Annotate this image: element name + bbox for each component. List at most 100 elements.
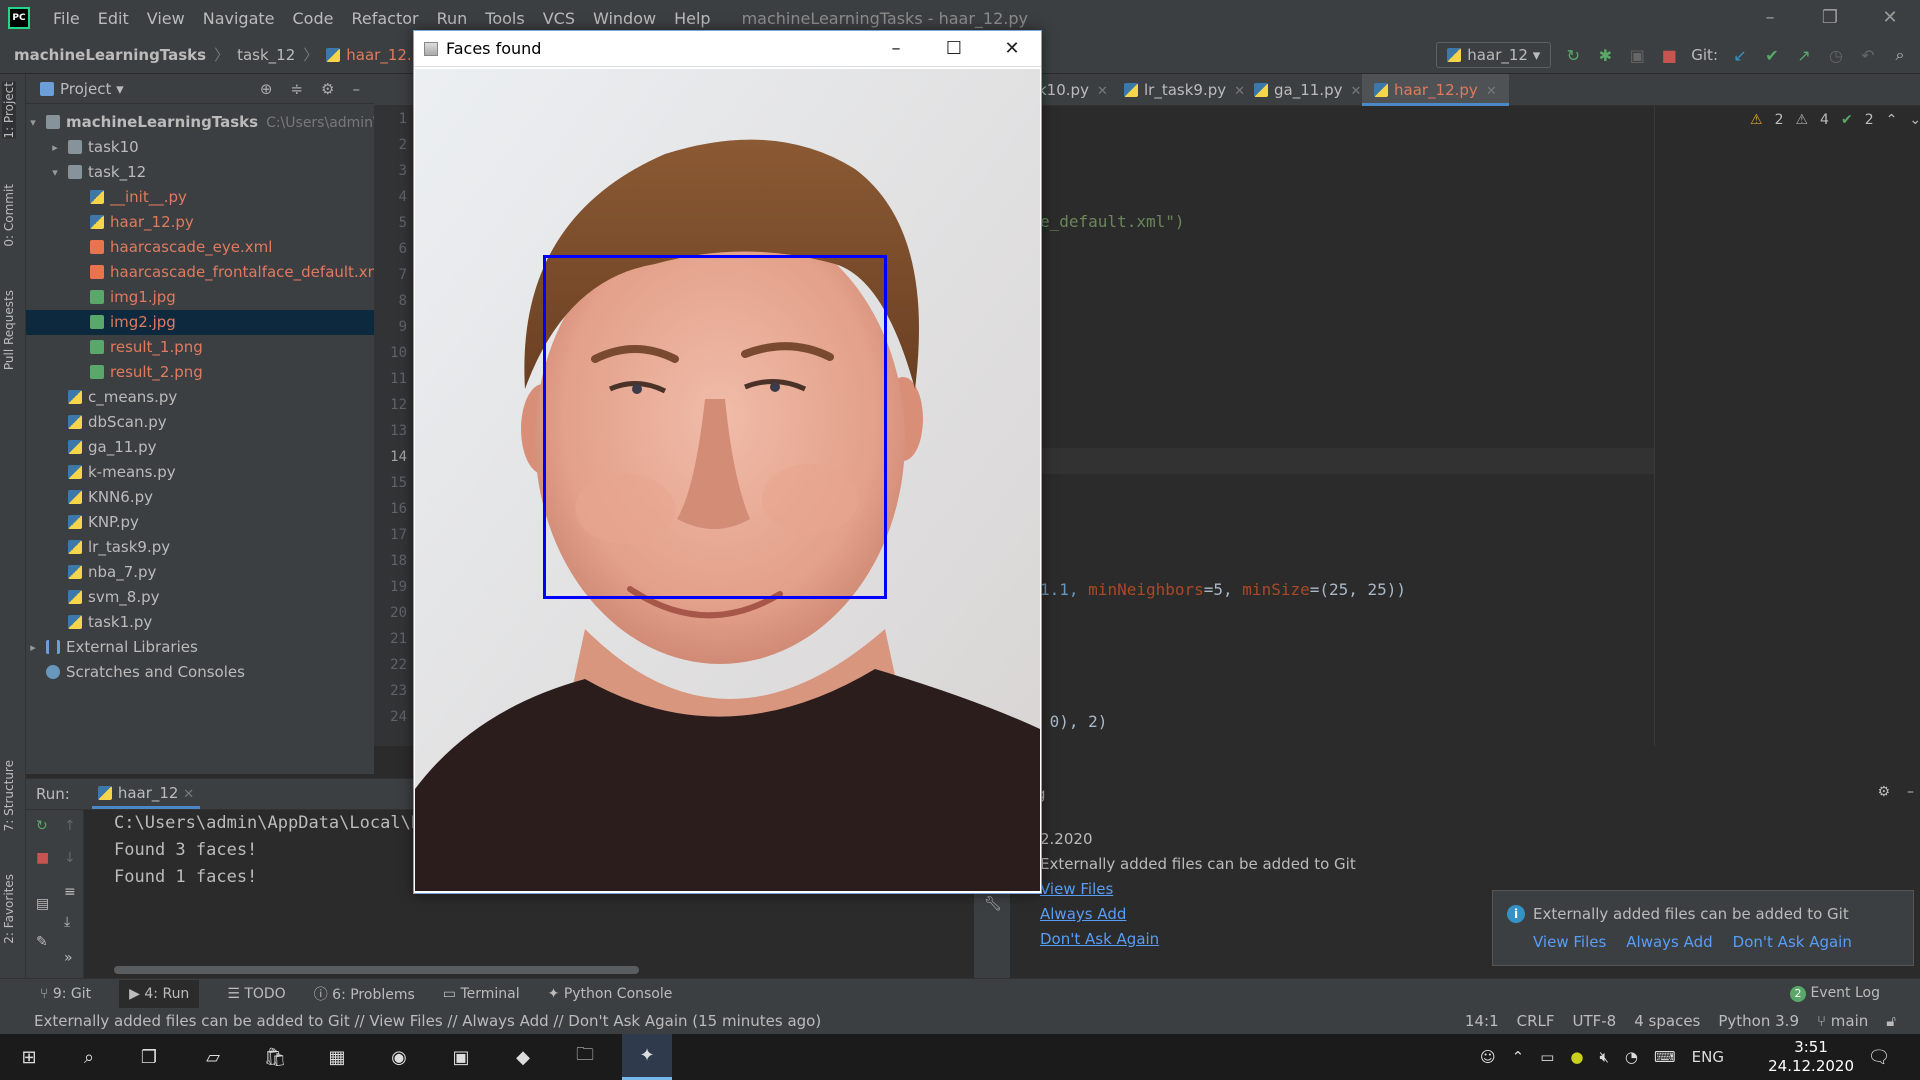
caret-position[interactable]: 14:1 bbox=[1465, 1012, 1499, 1030]
git-branch[interactable]: ⑂ main bbox=[1817, 1012, 1868, 1030]
close-tab-icon[interactable]: ✕ bbox=[183, 787, 194, 802]
tree-item[interactable]: haarcascade_eye.xml bbox=[26, 235, 374, 260]
tool-event-log[interactable]: 2 Event Log bbox=[1789, 985, 1880, 1002]
editor-tab[interactable]: k10.py ✕ bbox=[1038, 74, 1108, 106]
menu-help[interactable]: Help bbox=[665, 9, 719, 28]
menu-tools[interactable]: Tools bbox=[476, 9, 533, 28]
close-tab-icon[interactable]: ✕ bbox=[1350, 84, 1361, 99]
tree-item[interactable]: task1.py bbox=[26, 610, 374, 635]
menu-code[interactable]: Code bbox=[284, 9, 343, 28]
tool-problems[interactable]: ⓘ 6: Problems bbox=[314, 984, 415, 1004]
chrome-app-icon[interactable]: ◉ bbox=[374, 1034, 424, 1080]
notepad-app-icon[interactable]: ▱ bbox=[188, 1034, 238, 1080]
file-explorer-icon[interactable]: 🗀 bbox=[560, 1034, 610, 1080]
run-tab[interactable]: haar_12 ✕ bbox=[91, 780, 201, 809]
breadcrumb-folder[interactable]: task_12 bbox=[237, 46, 295, 64]
chevron-down-icon[interactable]: ⌄ bbox=[1909, 112, 1920, 128]
soft-wrap-icon[interactable]: ≡ bbox=[64, 884, 76, 900]
chevron-down-icon[interactable]: ▾ bbox=[26, 110, 40, 135]
git-app-icon[interactable]: ◆ bbox=[498, 1034, 548, 1080]
close-tab-icon[interactable]: ✕ bbox=[1234, 84, 1245, 99]
notifications-icon[interactable]: 🗨︎ bbox=[1854, 1034, 1904, 1080]
menu-edit[interactable]: Edit bbox=[89, 9, 138, 28]
editor-tab[interactable]: ga_11.py ✕ bbox=[1254, 74, 1361, 106]
rerun-icon[interactable]: ↻ bbox=[1563, 45, 1583, 65]
tree-item[interactable]: Scratches and Consoles bbox=[26, 660, 374, 685]
restore-icon[interactable]: ❐ bbox=[1800, 0, 1860, 36]
tool-tab-favorites[interactable]: 2: Favorites bbox=[2, 874, 16, 944]
minimize-icon[interactable]: – bbox=[1740, 0, 1800, 36]
view-files-link[interactable]: View Files bbox=[1040, 880, 1113, 898]
always-add-link[interactable]: Always Add bbox=[1040, 905, 1126, 923]
hide-icon[interactable]: – bbox=[1907, 784, 1914, 800]
tool-tab-structure[interactable]: 7: Structure bbox=[2, 760, 16, 831]
lock-icon[interactable]: 🔓︎ bbox=[1886, 1012, 1896, 1030]
close-icon[interactable]: ✕ bbox=[1860, 0, 1920, 36]
python-app-icon[interactable]: ✦ bbox=[622, 1034, 672, 1080]
coverage-icon[interactable]: ▣ bbox=[1627, 45, 1647, 65]
wifi-icon[interactable]: ◔ bbox=[1625, 1048, 1638, 1066]
git-update-icon[interactable]: ↙ bbox=[1730, 45, 1750, 65]
status-message[interactable]: Externally added files can be added to G… bbox=[34, 1012, 821, 1030]
tree-item[interactable]: KNP.py bbox=[26, 510, 374, 535]
clock[interactable]: 3:51 24.12.2020 bbox=[1768, 1038, 1854, 1076]
menu-navigate[interactable]: Navigate bbox=[194, 9, 284, 28]
chevron-down-icon[interactable]: ▾ bbox=[48, 160, 62, 185]
tree-item[interactable]: ▸ task10 bbox=[26, 135, 374, 160]
inspection-widget[interactable]: ⚠ 2 ⚠ 4 ✔ 2 ⌃ ⌄ bbox=[1750, 112, 1920, 128]
task-view-icon[interactable]: ❐ bbox=[124, 1034, 174, 1080]
rollback-icon[interactable]: ↶ bbox=[1858, 45, 1878, 65]
arrow-up-icon[interactable]: ↑ bbox=[64, 818, 76, 834]
tree-item[interactable]: nba_7.py bbox=[26, 560, 374, 585]
tree-item[interactable]: k-means.py bbox=[26, 460, 374, 485]
pin-icon[interactable]: ✎ bbox=[36, 934, 48, 950]
battery-icon[interactable]: ▭ bbox=[1540, 1048, 1554, 1066]
python-interpreter[interactable]: Python 3.9 bbox=[1718, 1012, 1799, 1030]
close-icon[interactable]: ✕ bbox=[983, 31, 1041, 67]
menu-view[interactable]: View bbox=[138, 9, 194, 28]
minimize-icon[interactable]: – bbox=[867, 31, 925, 67]
app-tray-icon[interactable]: ● bbox=[1570, 1048, 1583, 1066]
tree-item[interactable]: result_1.png bbox=[26, 335, 374, 360]
arrow-down-icon[interactable]: ↓ bbox=[64, 850, 76, 866]
breadcrumb-project[interactable]: machineLearningTasks bbox=[14, 46, 206, 64]
app-icon[interactable]: ▦ bbox=[312, 1034, 362, 1080]
git-commit-icon[interactable]: ✔ bbox=[1762, 45, 1782, 65]
tree-item[interactable]: result_2.png bbox=[26, 360, 374, 385]
chevron-down-icon[interactable]: ▾ bbox=[111, 80, 124, 98]
rerun-icon[interactable]: ↻ bbox=[36, 818, 48, 834]
tool-run[interactable]: ▶ 4: Run bbox=[119, 979, 200, 1008]
chevron-right-icon[interactable]: ▸ bbox=[26, 635, 40, 660]
editor-tab-active[interactable]: haar_12.py ✕ bbox=[1362, 74, 1509, 106]
chevron-right-icon[interactable]: ▸ bbox=[48, 135, 62, 160]
tree-item[interactable]: ▸ External Libraries bbox=[26, 635, 374, 660]
menu-refactor[interactable]: Refactor bbox=[342, 9, 427, 28]
tree-item[interactable]: lr_task9.py bbox=[26, 535, 374, 560]
gear-icon[interactable]: ⚙ bbox=[321, 80, 334, 98]
people-icon[interactable]: ☺ bbox=[1480, 1048, 1496, 1066]
dont-ask-again-link[interactable]: Don't Ask Again bbox=[1040, 930, 1159, 948]
tree-item[interactable]: ▾ machineLearningTasks C:\Users\admin\Pych bbox=[26, 110, 411, 135]
history-icon[interactable]: ◷ bbox=[1826, 45, 1846, 65]
close-tab-icon[interactable]: ✕ bbox=[1097, 84, 1108, 99]
tool-python-console[interactable]: ✦ Python Console bbox=[548, 986, 673, 1002]
language-indicator[interactable]: ENG bbox=[1692, 1048, 1724, 1066]
tool-todo[interactable]: ☰ TODO bbox=[227, 986, 285, 1002]
run-configuration-select[interactable]: haar_12 ▾ bbox=[1436, 42, 1552, 68]
search-icon[interactable]: ⌕ bbox=[64, 1034, 114, 1080]
tree-item[interactable]: svm_8.py bbox=[26, 585, 374, 610]
tool-tab-pull-requests[interactable]: Pull Requests bbox=[2, 290, 16, 370]
gear-icon[interactable]: ⚙ bbox=[1877, 784, 1890, 800]
close-tab-icon[interactable]: ✕ bbox=[1486, 84, 1497, 99]
windows-start-icon[interactable]: ⊞ bbox=[4, 1034, 54, 1080]
tree-item[interactable]: haarcascade_frontalface_default.xml bbox=[26, 260, 386, 285]
tree-item[interactable]: __init__.py bbox=[26, 185, 374, 210]
faces-window-titlebar[interactable]: Faces found – ☐ ✕ bbox=[414, 31, 1041, 67]
tree-item[interactable]: dbScan.py bbox=[26, 410, 374, 435]
view-files-action[interactable]: View Files bbox=[1533, 933, 1606, 951]
hide-icon[interactable]: – bbox=[353, 80, 361, 98]
tree-item[interactable]: ga_11.py bbox=[26, 435, 374, 460]
debug-icon[interactable]: ✱ bbox=[1595, 45, 1615, 65]
dont-ask-again-action[interactable]: Don't Ask Again bbox=[1733, 933, 1852, 951]
always-add-action[interactable]: Always Add bbox=[1626, 933, 1712, 951]
